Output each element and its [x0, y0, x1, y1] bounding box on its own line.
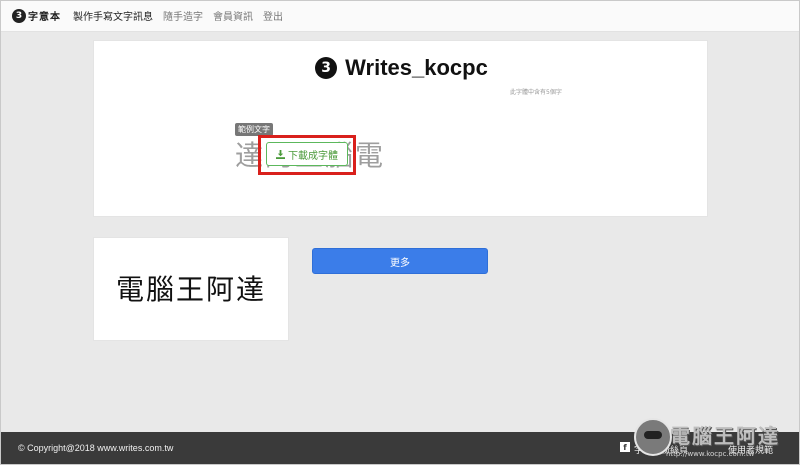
brand-mark-icon: 3 [12, 8, 26, 23]
preview-text: 電腦王阿達 [116, 273, 267, 306]
download-icon [276, 149, 285, 159]
font-name: Writes_kocpc [345, 55, 488, 80]
download-font-button[interactable]: 下載成字體 [266, 142, 348, 166]
facebook-icon[interactable]: f [620, 442, 630, 452]
download-label: 下載成字體 [288, 150, 338, 162]
nav-link-create-font[interactable]: 隨手造字 [163, 8, 203, 23]
top-navbar: 3 字意本 製作手寫文字訊息 隨手造字 會員資訊 登出 [0, 0, 800, 32]
nav-link-member-info[interactable]: 會員資訊 [213, 8, 253, 23]
brand-name: 字意本 [28, 12, 61, 23]
nav-link-create-message[interactable]: 製作手寫文字訊息 [73, 8, 153, 23]
watermark: 電腦王阿達 http://www.kocpc.com.tw [630, 418, 798, 464]
font-card: 3 Writes_kocpc 此字體中含有5個字 範例文字 達阿王腦電 [93, 40, 708, 217]
nav-link-logout[interactable]: 登出 [263, 8, 283, 23]
font-title: 3 Writes_kocpc [94, 55, 709, 81]
font-logo-icon: 3 [315, 57, 338, 79]
watermark-url: http://www.kocpc.com.tw [666, 450, 755, 458]
char-count: 此字體中含有5個字 [510, 89, 562, 96]
handwriting-preview-card: 電腦王阿達 [93, 237, 289, 341]
watermark-text: 電腦王阿達 [670, 424, 780, 448]
more-button[interactable]: 更多 [312, 248, 488, 274]
copyright: © Copyright@2018 www.writes.com.tw [18, 443, 174, 453]
brand-logo[interactable]: 3 字意本 [12, 8, 61, 23]
